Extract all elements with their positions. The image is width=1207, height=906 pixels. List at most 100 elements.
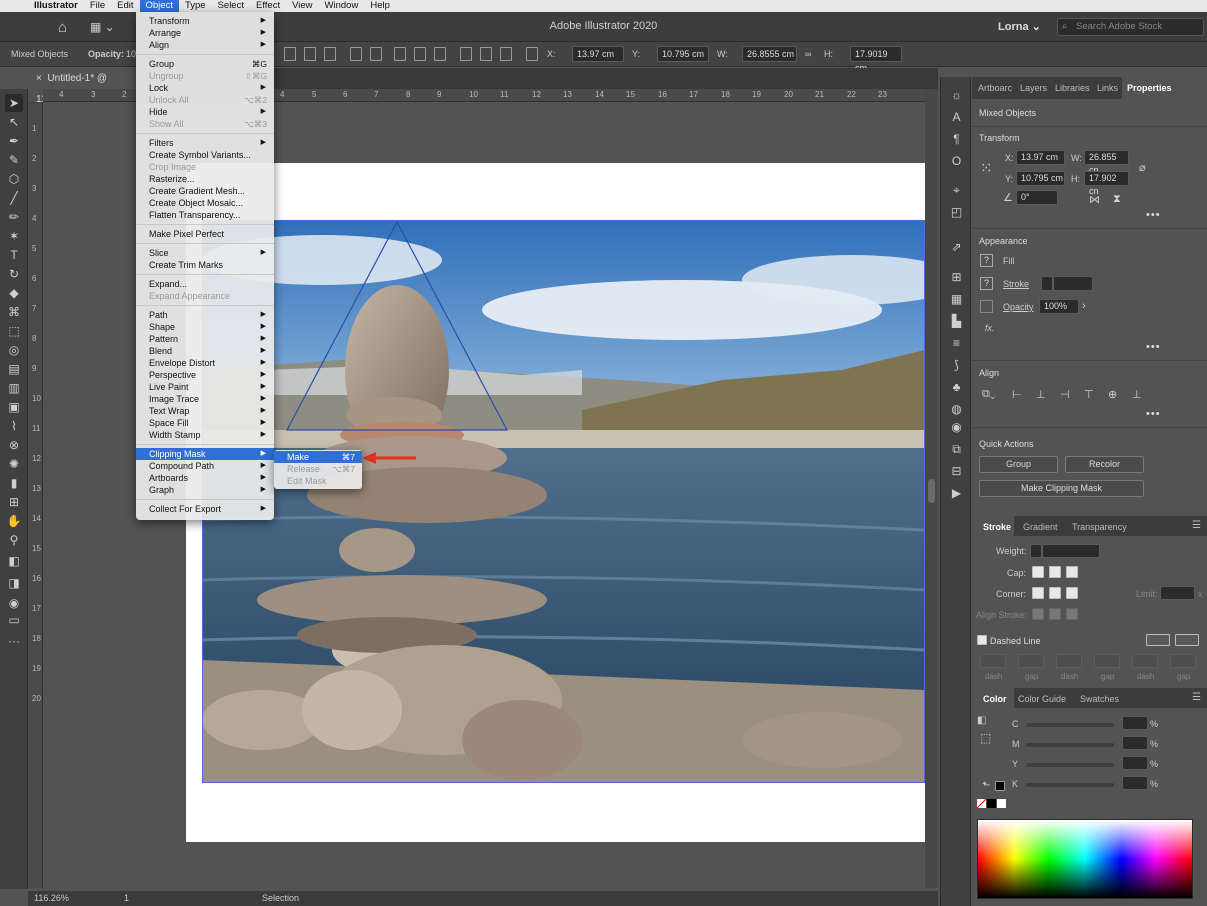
blend-tool-icon[interactable]: ⊗ (5, 436, 23, 454)
dash-field-3[interactable] (1132, 654, 1158, 668)
flip-horizontal-icon[interactable]: ⋈ (1089, 193, 1100, 206)
align-left-icon[interactable] (284, 47, 296, 61)
flip-vertical-icon[interactable]: ⧗ (1113, 193, 1121, 206)
reference-point-icon[interactable] (526, 47, 538, 61)
y-field[interactable]: 10.795 cm (657, 46, 709, 62)
channel-m-field[interactable] (1122, 736, 1148, 750)
align-stroke-outside-icon[interactable] (1066, 608, 1078, 620)
dashed-line-checkbox[interactable] (977, 635, 987, 645)
tab-color[interactable]: Color (983, 694, 1007, 704)
menu-help[interactable]: Help (364, 0, 396, 12)
export-icon[interactable]: ⇗ (948, 239, 965, 256)
free-transform-tool-icon[interactable]: ⬚ (5, 322, 23, 340)
vertical-ruler[interactable]: 1 2 3 4 5 6 7 8 9 10 11 12 13 14 15 16 1… (28, 102, 43, 888)
line-tool-icon[interactable]: ╱ (5, 189, 23, 207)
menu-object[interactable]: Object (139, 0, 179, 12)
black-swatch[interactable] (995, 781, 1005, 791)
align-hcenter-icon[interactable] (304, 47, 316, 61)
rotate-field[interactable]: 0° (1016, 190, 1058, 205)
artboard-number[interactable]: 1 (124, 893, 129, 903)
h-field[interactable]: 17.9019 cm (850, 46, 902, 73)
shaper-tool-icon[interactable]: ✶ (5, 227, 23, 245)
white-quick-swatch[interactable] (997, 799, 1006, 808)
menu-window[interactable]: Window (319, 0, 365, 12)
menu-item-envelope-distort[interactable]: Envelope Distort ▶ (136, 357, 274, 369)
menu-select[interactable]: Select (212, 0, 250, 12)
distribute-top-icon[interactable] (394, 47, 406, 61)
menu-item-compound-path[interactable]: Compound Path ▶ (136, 460, 274, 472)
x-field[interactable]: 13.97 cm (572, 46, 624, 62)
channel-k-slider[interactable] (1026, 783, 1114, 787)
h-field[interactable]: 17.902 cn (1084, 171, 1129, 196)
pathfinder-icon[interactable]: ▦ (948, 291, 965, 308)
screen-mode-icon[interactable]: ▭ (5, 611, 23, 629)
paintbrush-tool-icon[interactable]: ✏ (5, 208, 23, 226)
weight-stepper[interactable] (1030, 544, 1042, 558)
align-stroke-center-icon[interactable] (1032, 608, 1044, 620)
paragraph-icon[interactable]: ¶ (948, 131, 965, 148)
tab-libraries[interactable]: Libraries (1055, 83, 1090, 93)
align-bottom-icon[interactable]: ⊥ (1132, 388, 1142, 401)
close-icon[interactable]: × (36, 73, 42, 84)
black-quick-swatch[interactable] (987, 799, 996, 808)
fill-stroke-proxy-icon[interactable]: ◧ (977, 715, 986, 726)
shape-builder-tool-icon[interactable]: ◎ (5, 341, 23, 359)
column-graph-tool-icon[interactable]: ▮ (5, 474, 23, 492)
gap-field-2[interactable] (1094, 654, 1120, 668)
channel-y-slider[interactable] (1026, 763, 1114, 767)
gap-field-3[interactable] (1170, 654, 1196, 668)
sun-icon[interactable]: ☼ (948, 87, 965, 104)
tab-artboards[interactable]: Artboarc (978, 83, 1012, 93)
tab-color-guide[interactable]: Color Guide (1018, 694, 1066, 704)
none-swatch[interactable] (977, 799, 986, 808)
stock-search-input[interactable]: ⌕ Search Adobe Stock (1057, 18, 1204, 36)
direct-selection-tool-icon[interactable]: ↖ (5, 113, 23, 131)
limit-field[interactable] (1160, 586, 1195, 600)
type-tool-icon[interactable]: T (5, 246, 23, 264)
align-vcenter-icon[interactable]: ⊕ (1108, 388, 1117, 401)
align-top-icon[interactable]: ⊤ (1084, 388, 1094, 401)
align-right-icon[interactable]: ⊣ (1060, 388, 1070, 401)
menu-type[interactable]: Type (179, 0, 212, 12)
symbols-icon[interactable]: ♣ (948, 379, 965, 396)
stroke-swatch-icon[interactable]: ? (980, 277, 993, 290)
menu-app[interactable]: Illustrator (28, 0, 84, 12)
out-of-gamut-icon[interactable]: ⬑ (982, 780, 990, 791)
selection-tool-icon[interactable]: ➤ (5, 94, 23, 112)
fill-swatch-icon[interactable]: ? (980, 254, 993, 267)
align-right-icon[interactable] (324, 47, 336, 61)
preserve-dash-icon[interactable] (1146, 634, 1170, 646)
character-icon[interactable]: A (948, 109, 965, 126)
recolor-button[interactable]: Recolor (1065, 456, 1144, 473)
hand-tool-icon[interactable]: ✋ (5, 512, 23, 530)
gradient-tool-icon[interactable]: ▣ (5, 398, 23, 416)
panel-menu-icon[interactable]: ☰ (1192, 520, 1201, 531)
perspective-grid-tool-icon[interactable]: ▤ (5, 360, 23, 378)
artboards-icon[interactable]: ⧉ (948, 441, 965, 458)
channel-m-slider[interactable] (1026, 743, 1114, 747)
menu-item-flatten-transparency[interactable]: Flatten Transparency... (136, 209, 274, 221)
layers-icon[interactable]: ≡ (948, 335, 965, 352)
rotate-tool-icon[interactable]: ↻ (5, 265, 23, 283)
chevron-right-icon[interactable]: › (1082, 300, 1086, 312)
stroke-weight-field[interactable] (1053, 276, 1093, 291)
ellipse-tool-icon[interactable]: ⬡ (5, 170, 23, 188)
round-join-icon[interactable] (1049, 587, 1061, 599)
transform-icon[interactable]: ⌖ (948, 182, 965, 199)
eyedropper-tool-icon[interactable]: ⌇ (5, 417, 23, 435)
tab-layers[interactable]: Layers (1020, 83, 1047, 93)
tab-gradient[interactable]: Gradient (1023, 522, 1058, 532)
document-tab[interactable]: × Untitled-1* @ 116.26 (28, 68, 138, 105)
symbol-sprayer-tool-icon[interactable]: ✺ (5, 455, 23, 473)
align-icon[interactable]: ⊞ (948, 269, 965, 286)
w-field[interactable]: 26.8555 cm (742, 46, 797, 62)
panel-menu-icon[interactable]: ☰ (1192, 692, 1201, 703)
opacity-label[interactable]: Opacity (1003, 302, 1034, 312)
menu-item-hide[interactable]: Hide ▶ (136, 106, 274, 118)
make-clipping-mask-button[interactable]: Make Clipping Mask (979, 480, 1144, 497)
reference-point-icon[interactable]: ⁙ (980, 159, 993, 177)
distribute-right-icon[interactable] (500, 47, 512, 61)
distribute-bottom-icon[interactable] (434, 47, 446, 61)
menu-item-perspective[interactable]: Perspective ▶ (136, 369, 274, 381)
selection-bounding-box[interactable] (202, 220, 925, 783)
